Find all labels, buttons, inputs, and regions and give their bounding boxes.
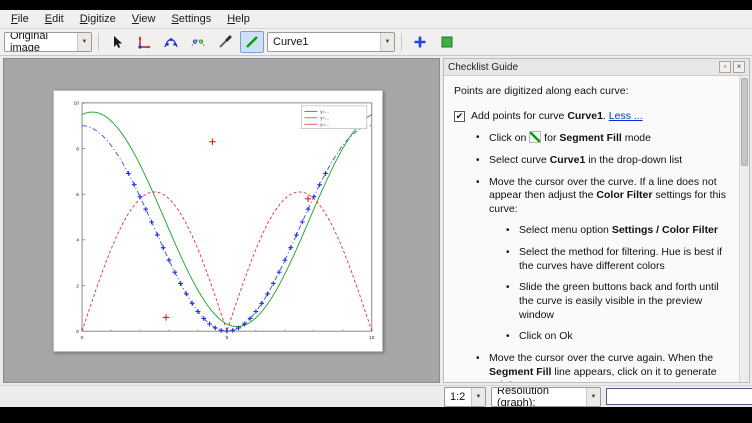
vertical-scrollbar[interactable] <box>739 76 749 382</box>
checkbox-checked[interactable]: ✔ <box>454 111 465 122</box>
curve-selector-combo[interactable]: Curve1 ▼ <box>267 32 395 52</box>
curve-selector-value: Curve1 <box>273 36 308 48</box>
chevron-down-icon: ▼ <box>77 33 91 51</box>
svg-text:10: 10 <box>74 101 80 107</box>
svg-text:4: 4 <box>76 238 79 244</box>
checklist-item-text: Select curve Curve1 in the drop-down lis… <box>489 154 682 168</box>
panel-buttons: ▫ × <box>719 61 745 73</box>
chevron-down-icon: ▼ <box>586 388 600 406</box>
chevron-down-icon: ▼ <box>380 33 394 51</box>
bullet-icon: • <box>476 131 489 146</box>
cursor-icon <box>109 34 125 50</box>
zoom-value: 1:2 <box>450 391 465 403</box>
checklist-bullet-item: •Slide the green buttons back and forth … <box>506 281 727 322</box>
checklist-guide-panel: Checklist Guide ▫ × Points are digitized… <box>443 58 750 383</box>
bullet-icon: • <box>506 224 519 238</box>
toolbar: Original image ▼ Curve1 <box>0 29 752 56</box>
resolution-value: Resolution (graph): <box>497 387 586 407</box>
bullet-icon: • <box>476 154 489 168</box>
menu-digitize[interactable]: Digitize <box>72 11 124 27</box>
bullet-icon: • <box>476 352 489 382</box>
svg-text:0: 0 <box>81 335 84 341</box>
checklist-item-text: Select the method for filtering. Hue is … <box>519 246 727 273</box>
menu-edit[interactable]: Edit <box>37 11 72 27</box>
menu-view[interactable]: View <box>124 11 164 27</box>
resolution-combo[interactable]: Resolution (graph): ▼ <box>491 387 601 407</box>
point-match-icon <box>190 34 206 50</box>
graph-image[interactable]: 02468100510y=…y=…y=… <box>53 90 383 352</box>
checklist-bullet-item: •Click on Ok <box>506 330 727 344</box>
color-picker-tool-button[interactable] <box>213 31 237 53</box>
segment-fill-icon <box>529 131 541 143</box>
menu-settings[interactable]: Settings <box>163 11 219 27</box>
bullet-icon: • <box>506 330 519 344</box>
checklist-bullet-item: •Select menu option Settings / Color Fil… <box>506 224 727 238</box>
svg-text:8: 8 <box>76 146 79 152</box>
checklist-bullet-item: •Click on for Segment Fill mode <box>476 131 727 146</box>
checklist-guide-titlebar[interactable]: Checklist Guide ▫ × <box>444 59 749 76</box>
checklist-link[interactable]: Less ... <box>609 110 643 122</box>
statusbar: 1:2 ▼ Resolution (graph): ▼ <box>0 385 752 407</box>
axis-point-tool-button[interactable] <box>132 31 156 53</box>
background-selector-combo[interactable]: Original image ▼ <box>4 32 92 52</box>
axis-point-icon <box>136 34 152 50</box>
close-panel-button[interactable]: × <box>733 61 745 73</box>
status-input[interactable] <box>606 388 752 405</box>
checklist-items: ✔Add points for curve Curve1. Less ...•C… <box>454 110 727 382</box>
svg-text:y=…: y=… <box>320 122 329 127</box>
zoom-combo[interactable]: 1:2 ▼ <box>444 387 486 407</box>
checklist-bullet-item: •Select the method for filtering. Hue is… <box>506 246 727 273</box>
bullet-icon: • <box>506 246 519 273</box>
app-window: FileEditDigitizeViewSettingsHelp Origina… <box>0 10 752 407</box>
color-picker-icon <box>217 34 233 50</box>
checklist-intro: Points are digitized along each curve: <box>454 85 727 99</box>
checklist-item-text: Move the cursor over the curve. If a lin… <box>489 176 727 217</box>
float-panel-button[interactable]: ▫ <box>719 61 731 73</box>
checklist-item-text: Slide the green buttons back and forth u… <box>519 281 727 322</box>
checklist-item-text: Add points for curve Curve1. Less ... <box>471 110 643 124</box>
scrollbar-thumb[interactable] <box>741 78 748 166</box>
svg-text:y=…: y=… <box>320 115 329 120</box>
menu-help[interactable]: Help <box>219 11 258 27</box>
checklist-item-text: Click on Ok <box>519 330 573 344</box>
points-crosshair-button[interactable] <box>408 31 432 53</box>
checklist-checkbox-item: ✔ Add points for curve Curve1. Less ... <box>454 110 727 124</box>
bullet-icon: • <box>476 176 489 217</box>
menu-file[interactable]: File <box>3 11 37 27</box>
curve-point-icon <box>163 34 179 50</box>
svg-text:y=…: y=… <box>320 109 329 114</box>
segment-fill-icon <box>244 34 260 50</box>
checklist-bullet-item: •Select curve Curve1 in the drop-down li… <box>476 154 727 168</box>
svg-text:5: 5 <box>226 335 229 341</box>
checklist-item-text: Move the cursor over the curve again. Wh… <box>489 352 727 382</box>
toolbar-separator <box>98 33 99 51</box>
checklist-bullet-item: •Move the cursor over the curve. If a li… <box>476 176 727 217</box>
svg-text:6: 6 <box>76 192 79 198</box>
menubar: FileEditDigitizeViewSettingsHelp <box>0 10 752 29</box>
svg-text:0: 0 <box>76 329 79 335</box>
checklist-guide-title: Checklist Guide <box>448 62 518 73</box>
point-match-tool-button[interactable] <box>186 31 210 53</box>
svg-text:2: 2 <box>76 283 79 289</box>
checklist-item-text: Select menu option Settings / Color Filt… <box>519 224 718 238</box>
checklist-guide-body: Points are digitized along each curve: ✔… <box>444 76 749 382</box>
screen: FileEditDigitizeViewSettingsHelp Origina… <box>0 0 752 423</box>
segment-fill-tool-button[interactable] <box>240 31 264 53</box>
document-canvas[interactable]: 02468100510y=…y=…y=… <box>3 58 440 383</box>
chevron-down-icon: ▼ <box>471 388 485 406</box>
main-area: 02468100510y=…y=…y=… Checklist Guide ▫ ×… <box>0 56 752 385</box>
green-square-icon <box>439 34 455 50</box>
svg-text:10: 10 <box>369 335 375 341</box>
checklist-bullet-item: •Move the cursor over the curve again. W… <box>476 352 727 382</box>
graph-plot: 02468100510y=…y=…y=… <box>54 91 382 351</box>
color-filter-button[interactable] <box>435 31 459 53</box>
blue-cross-icon <box>412 34 428 50</box>
curve-point-tool-button[interactable] <box>159 31 183 53</box>
bullet-icon: • <box>506 281 519 322</box>
toolbar-separator <box>401 33 402 51</box>
select-tool-button[interactable] <box>105 31 129 53</box>
checklist-item-text: Click on for Segment Fill mode <box>489 131 651 146</box>
background-selector-value: Original image <box>10 32 77 52</box>
